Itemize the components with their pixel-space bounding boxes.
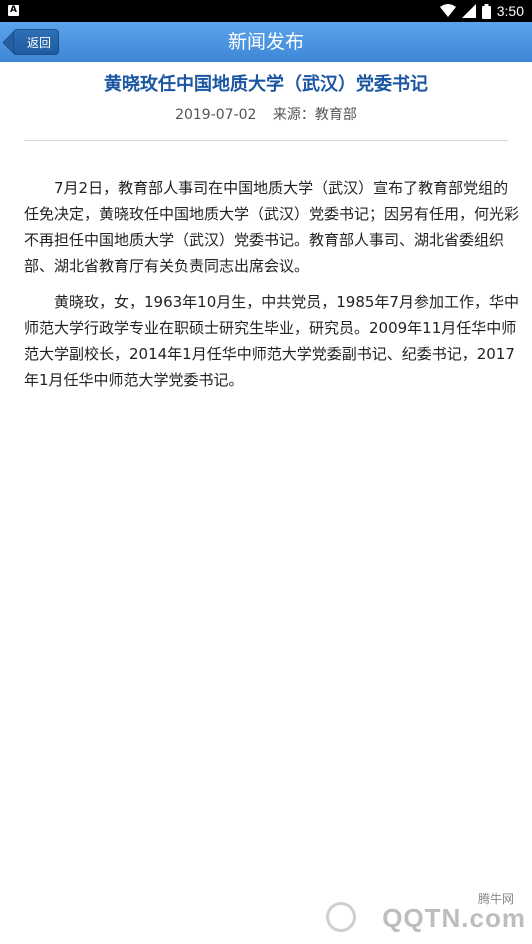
signal-icon <box>461 4 476 18</box>
article-date: 2019-07-02 <box>175 107 257 123</box>
article-title: 黄晓玫任中国地质大学（武汉）党委书记 <box>104 74 428 95</box>
watermark-big-text: QQTN.com <box>382 903 526 933</box>
watermark-logo-icon <box>326 902 356 932</box>
notification-icon: A <box>8 5 19 16</box>
watermark: 腾牛网 QQTN.com <box>316 890 526 934</box>
article-body: 7月2日，教育部人事司在中国地质大学（武汉）宣布了教育部党组的任免决定，黄晓玫任… <box>24 175 520 403</box>
clock: 3:50 <box>496 3 524 19</box>
article-source: 来源：教育部 <box>272 107 357 123</box>
paragraph: 7月2日，教育部人事司在中国地质大学（武汉）宣布了教育部党组的任免决定，黄晓玫任… <box>24 179 520 275</box>
back-button[interactable]: 返回 <box>13 29 59 55</box>
wifi-icon <box>439 4 456 17</box>
app-header: 返回 新闻发布 <box>0 22 532 62</box>
status-bar: A 3:50 <box>0 0 532 22</box>
status-icons: 3:50 <box>439 0 524 22</box>
battery-icon <box>481 3 491 19</box>
divider <box>24 140 508 141</box>
page-title: 新闻发布 <box>227 31 304 53</box>
paragraph: 黄晓玫，女，1963年10月生，中共党员，1985年7月参加工作，华中师范大学行… <box>24 293 519 389</box>
article-meta: 2019-07-02 来源：教育部 <box>0 104 532 124</box>
